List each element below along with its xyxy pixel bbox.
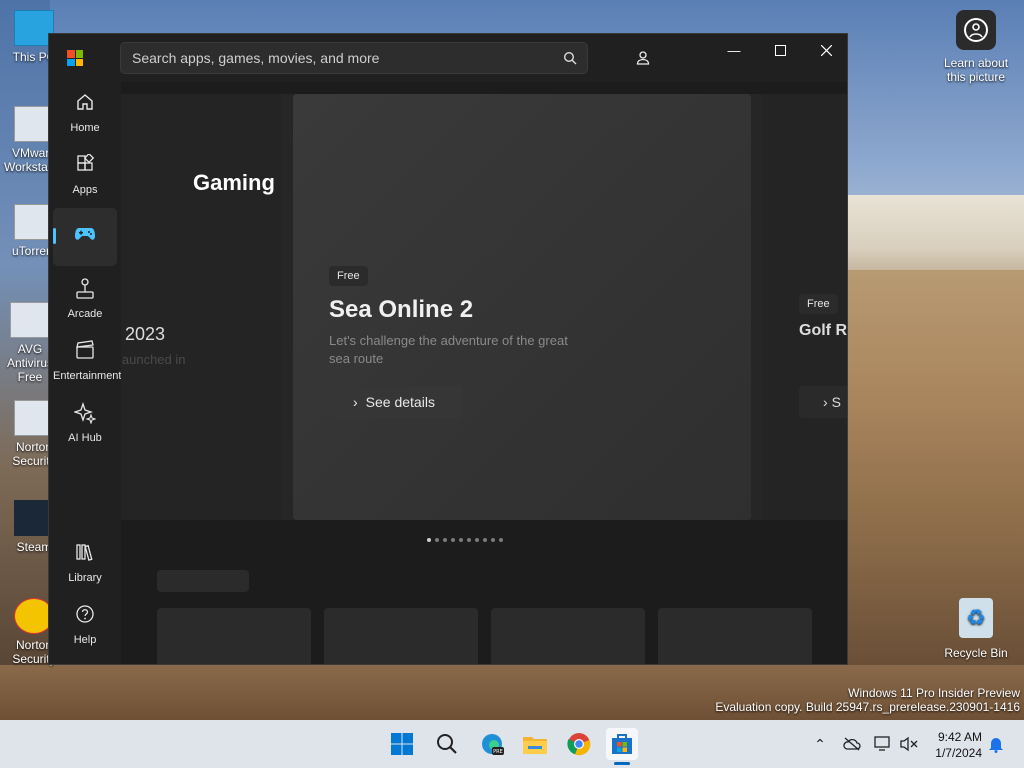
see-details-button[interactable]: › See details <box>329 386 463 418</box>
nav-help[interactable]: Help <box>53 598 117 656</box>
maximize-icon <box>774 44 786 56</box>
shortcut-icon <box>10 302 50 338</box>
main-content: f 2023 launched in Gaming Free Sea Onlin… <box>121 82 848 664</box>
gamepad-icon <box>53 226 117 250</box>
tile-placeholder <box>658 608 812 664</box>
chrome-icon <box>567 733 591 756</box>
taskbar-store-button[interactable] <box>606 728 638 760</box>
carousel-dot[interactable] <box>459 538 463 542</box>
hero-card-previous[interactable]: f 2023 launched in <box>121 94 281 520</box>
learn-about-picture[interactable]: Learn about this picture <box>938 10 1014 84</box>
windows-logo-icon <box>391 733 413 755</box>
svg-text:PRE: PRE <box>493 749 503 755</box>
help-icon <box>53 604 117 628</box>
game-description: Let's challenge the adventure of the gre… <box>329 333 568 366</box>
search-icon <box>437 734 457 754</box>
carousel-pager <box>427 538 503 542</box>
profile-button[interactable] <box>629 46 657 70</box>
nav-entertainment[interactable]: Entertainment <box>53 334 121 392</box>
nav-gaming[interactable] <box>53 208 117 266</box>
apps-icon <box>53 152 117 178</box>
edge-icon: PRE <box>482 734 504 755</box>
title-bar[interactable]: — <box>49 34 847 82</box>
sparkle-icon <box>53 401 117 426</box>
price-badge: Free <box>329 266 368 286</box>
carousel-dot[interactable] <box>467 538 471 542</box>
bell-icon <box>989 738 1003 753</box>
taskbar-file-explorer-button[interactable] <box>519 728 551 760</box>
minimize-icon: — <box>727 42 741 58</box>
tile-placeholder <box>157 608 311 664</box>
carousel-dot[interactable] <box>435 538 439 542</box>
carousel-dot[interactable] <box>427 538 431 542</box>
carousel-dot[interactable] <box>443 538 447 542</box>
volume-tray-icon[interactable] <box>899 734 919 754</box>
nav-library[interactable]: Library <box>53 536 117 594</box>
page-title: Gaming <box>193 170 275 195</box>
carousel-dot[interactable] <box>499 538 503 542</box>
carousel-dot[interactable] <box>483 538 487 542</box>
hero-card-next[interactable]: Free Golf Ri › S <box>763 94 848 520</box>
price-badge: Free <box>799 294 838 314</box>
store-window: — Home Apps <box>48 33 848 665</box>
minimize-button[interactable]: — <box>711 34 757 66</box>
library-icon <box>53 542 117 566</box>
user-icon <box>636 51 650 65</box>
chevron-up-icon: ⌃ <box>814 735 826 752</box>
section-title-placeholder <box>157 570 249 592</box>
nav-apps[interactable]: Apps <box>53 148 117 206</box>
chevron-right-icon: › <box>823 394 828 410</box>
search-input[interactable] <box>121 43 541 73</box>
windows-watermark: Windows 11 Pro Insider Preview Evaluatio… <box>715 686 1020 714</box>
camera-icon <box>956 10 996 50</box>
recycle-bin-icon: ♻ <box>959 598 993 638</box>
active-app-indicator <box>614 762 630 765</box>
network-tray-icon[interactable] <box>873 734 893 754</box>
folder-icon <box>523 737 547 754</box>
onedrive-tray-icon[interactable] <box>842 734 862 754</box>
nav-home[interactable]: Home <box>53 86 117 144</box>
carousel-dot[interactable] <box>475 538 479 542</box>
clapperboard-icon <box>53 340 117 364</box>
store-icon <box>612 734 632 754</box>
see-details-button[interactable]: › S <box>799 386 847 418</box>
nav-ai-hub[interactable]: AI Hub <box>53 396 117 454</box>
taskbar-search-button[interactable] <box>431 728 463 760</box>
taskbar-clock[interactable]: 9:42 AM 1/7/2024 <box>924 729 982 761</box>
search-icon[interactable] <box>563 51 577 65</box>
cloud-off-icon <box>843 737 861 751</box>
nav-arcade[interactable]: Arcade <box>53 272 117 330</box>
show-hidden-icons-button[interactable]: ⌃ <box>810 734 830 754</box>
taskbar-edge-button[interactable]: PRE <box>476 728 508 760</box>
taskbar: PRE ⌃ 9:42 AM 1/7/2024 <box>0 720 1024 768</box>
carousel-dot[interactable] <box>491 538 495 542</box>
sidebar-nav: Home Apps Arcade Entertainment AI Hub Li… <box>49 86 121 664</box>
search-box[interactable] <box>120 42 588 74</box>
maximize-button[interactable] <box>757 34 803 66</box>
volume-muted-icon <box>900 736 918 752</box>
tile-placeholder <box>324 608 478 664</box>
notifications-button[interactable] <box>986 734 1006 754</box>
game-title: Golf Ri <box>799 322 848 339</box>
hero-card-current[interactable]: Free Sea Online 2 Let's challenge the ad… <box>293 94 751 520</box>
start-button[interactable] <box>386 728 418 760</box>
desktop-icon-recycle-bin[interactable]: ♻ Recycle Bin <box>944 598 1008 660</box>
joystick-icon <box>53 278 117 302</box>
chevron-right-icon: › <box>353 394 358 410</box>
carousel-dot[interactable] <box>451 538 455 542</box>
home-icon <box>53 92 117 116</box>
tile-placeholder <box>491 608 645 664</box>
close-button[interactable] <box>803 34 847 66</box>
network-icon <box>874 736 890 751</box>
taskbar-chrome-button[interactable] <box>563 728 595 760</box>
close-icon <box>820 44 832 56</box>
game-title: Sea Online 2 <box>329 296 474 323</box>
store-logo-icon <box>67 50 83 66</box>
